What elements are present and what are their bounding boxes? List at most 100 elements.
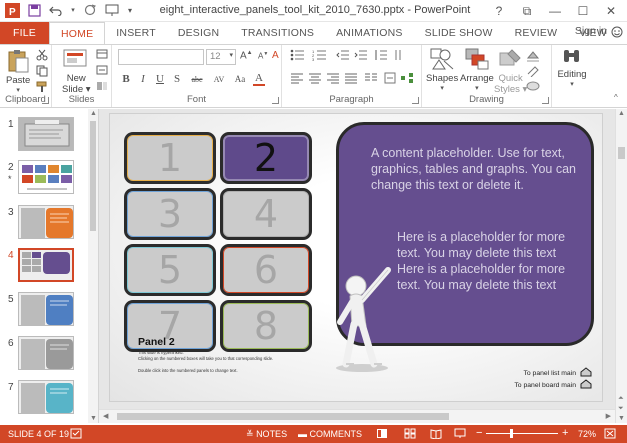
slide-scroll-down-arrow-icon[interactable]: ▼ [618,415,625,422]
numbering-icon[interactable]: 123 [312,49,328,64]
thumbnail-row[interactable]: 6 [0,336,90,374]
shape-effects-icon[interactable] [526,80,542,95]
thumbnail-image[interactable] [18,117,74,151]
normal-view-icon[interactable] [376,428,388,441]
tab-file[interactable]: FILE [0,22,49,44]
strikethrough-button[interactable]: abc [188,75,206,84]
drawing-dialog-launcher-icon[interactable] [542,97,549,104]
thumbnail-row[interactable]: 3 [0,205,90,243]
tab-animations[interactable]: ANIMATIONS [325,22,414,44]
clipboard-dialog-launcher-icon[interactable] [42,97,49,104]
arrange-button[interactable]: Arrange ▾ [460,47,494,92]
undo-icon[interactable] [48,2,64,18]
paragraph-dialog-launcher-icon[interactable] [412,97,419,104]
thumbnail-row[interactable]: 4 [0,248,90,286]
tab-slide-show[interactable]: SLIDE SHOW [414,22,504,44]
slide-horizontal-scroll-thumb[interactable] [117,413,449,420]
reading-view-icon[interactable] [430,428,442,441]
maximize-button[interactable]: ☐ [569,0,597,22]
align-center-icon[interactable] [308,72,322,87]
align-left-icon[interactable] [290,72,304,87]
cut-icon[interactable] [36,49,48,64]
increase-indent-icon[interactable] [354,49,368,64]
italic-button[interactable]: I [137,73,149,85]
ribbon-display-options-button[interactable]: ⧉ [513,0,541,22]
thumbnail-row[interactable]: 2 * [0,160,90,198]
panel-board-home-icon[interactable] [579,379,593,389]
customize-qat-icon[interactable]: ▾ [126,2,134,18]
thumbnail-image[interactable] [18,380,74,414]
thumbnail-row[interactable]: 5 [0,292,90,330]
decrease-indent-icon[interactable] [336,49,350,64]
tab-review[interactable]: REVIEW [504,22,569,44]
tab-home[interactable]: HOME [48,22,106,44]
shadow-button[interactable]: S [171,73,183,85]
paste-button[interactable]: Paste ▾ [6,49,30,94]
font-dialog-launcher-icon[interactable] [272,97,279,104]
grow-font-icon[interactable]: A▲ [240,50,253,61]
align-text-icon[interactable] [384,72,396,87]
thumbnail-image-selected[interactable] [18,248,74,282]
reset-icon[interactable] [96,65,108,78]
fit-slide-icon[interactable] [604,428,616,441]
panel-3[interactable]: 3 [124,188,216,240]
new-slide-button[interactable]: New Slide ▾ [62,49,91,95]
thumbnail-row[interactable]: 1 [0,117,90,155]
zoom-in-button[interactable]: + [562,427,568,439]
panel-list-home-icon[interactable] [579,367,593,377]
tab-transitions[interactable]: TRANSITIONS [230,22,325,44]
start-slideshow-icon[interactable] [104,2,120,18]
slideshow-view-icon[interactable] [454,428,466,441]
to-panel-board-link[interactable]: To panel board main [514,382,576,389]
slide-counter[interactable]: SLIDE 4 OF 19 [8,429,69,439]
spell-check-icon[interactable] [70,428,82,441]
slide-canvas[interactable]: 1 2 3 4 5 6 7 8 A content placeholder. U… [109,113,603,402]
scroll-down-arrow-icon[interactable]: ▼ [90,415,97,422]
slide-vertical-scrollbar[interactable]: ▲ ⏶ ⏷ ▼ [615,109,627,423]
zoom-slider-track[interactable] [486,433,558,434]
clear-formatting-icon[interactable]: A [272,50,279,61]
text-direction-icon[interactable] [394,49,406,64]
shrink-font-icon[interactable]: A▼ [258,51,268,61]
thumbnail-image[interactable] [18,160,74,194]
to-panel-list-link[interactable]: To panel list main [523,370,576,377]
smiley-feedback-icon[interactable] [611,26,623,38]
quick-styles-button[interactable]: Quick Styles ▾ [494,47,527,95]
panel-8[interactable]: 8 [220,300,312,352]
comments-button[interactable]: ▬ COMMENTS [298,429,362,439]
slide-vertical-scroll-thumb[interactable] [618,147,625,159]
scroll-right-arrow-icon[interactable]: ▶ [606,412,611,420]
thumbnails-scrollbar[interactable]: ▲ ▼ [88,109,98,423]
editing-button[interactable]: Editing ▾ [554,47,590,88]
zoom-level[interactable]: 72% [578,429,596,439]
content-text-primary[interactable]: A content placeholder. Use for text, gra… [371,145,581,193]
slide-scroll-up-arrow-icon[interactable]: ▲ [618,110,625,117]
help-button[interactable]: ? [485,0,513,22]
undo-dropdown-icon[interactable]: ▾ [70,2,76,18]
columns-icon[interactable] [364,72,378,87]
scroll-left-arrow-icon[interactable]: ◀ [103,412,108,420]
thumbnail-image[interactable] [18,336,74,370]
underline-button[interactable]: U [154,73,166,85]
line-spacing-icon[interactable] [374,49,388,64]
slide-horizontal-scrollbar[interactable]: ◀ ▶ [99,409,615,423]
tab-design[interactable]: DESIGN [167,22,230,44]
slide-sorter-icon[interactable] [404,428,416,441]
copy-icon[interactable] [36,65,48,80]
bullets-icon[interactable] [290,49,306,64]
panel-6[interactable]: 6 [220,244,312,296]
zoom-out-button[interactable]: − [476,427,482,439]
sign-in-link[interactable]: Sign in [575,25,607,37]
panel-2[interactable]: 2 [220,132,312,184]
justify-icon[interactable] [344,72,358,87]
zoom-slider-thumb[interactable] [510,429,513,438]
thumbnails-scroll-thumb[interactable] [90,121,96,231]
scroll-up-arrow-icon[interactable]: ▲ [90,110,97,117]
collapse-ribbon-icon[interactable]: ^ [614,93,618,102]
font-color-button[interactable]: A [253,72,265,86]
change-case-button[interactable]: Aa [232,74,248,84]
notes-button[interactable]: ≚ NOTES [246,429,287,440]
previous-slide-icon[interactable]: ⏶ [618,395,624,403]
panel-4[interactable]: 4 [220,188,312,240]
thumbnail-image[interactable] [18,292,74,326]
